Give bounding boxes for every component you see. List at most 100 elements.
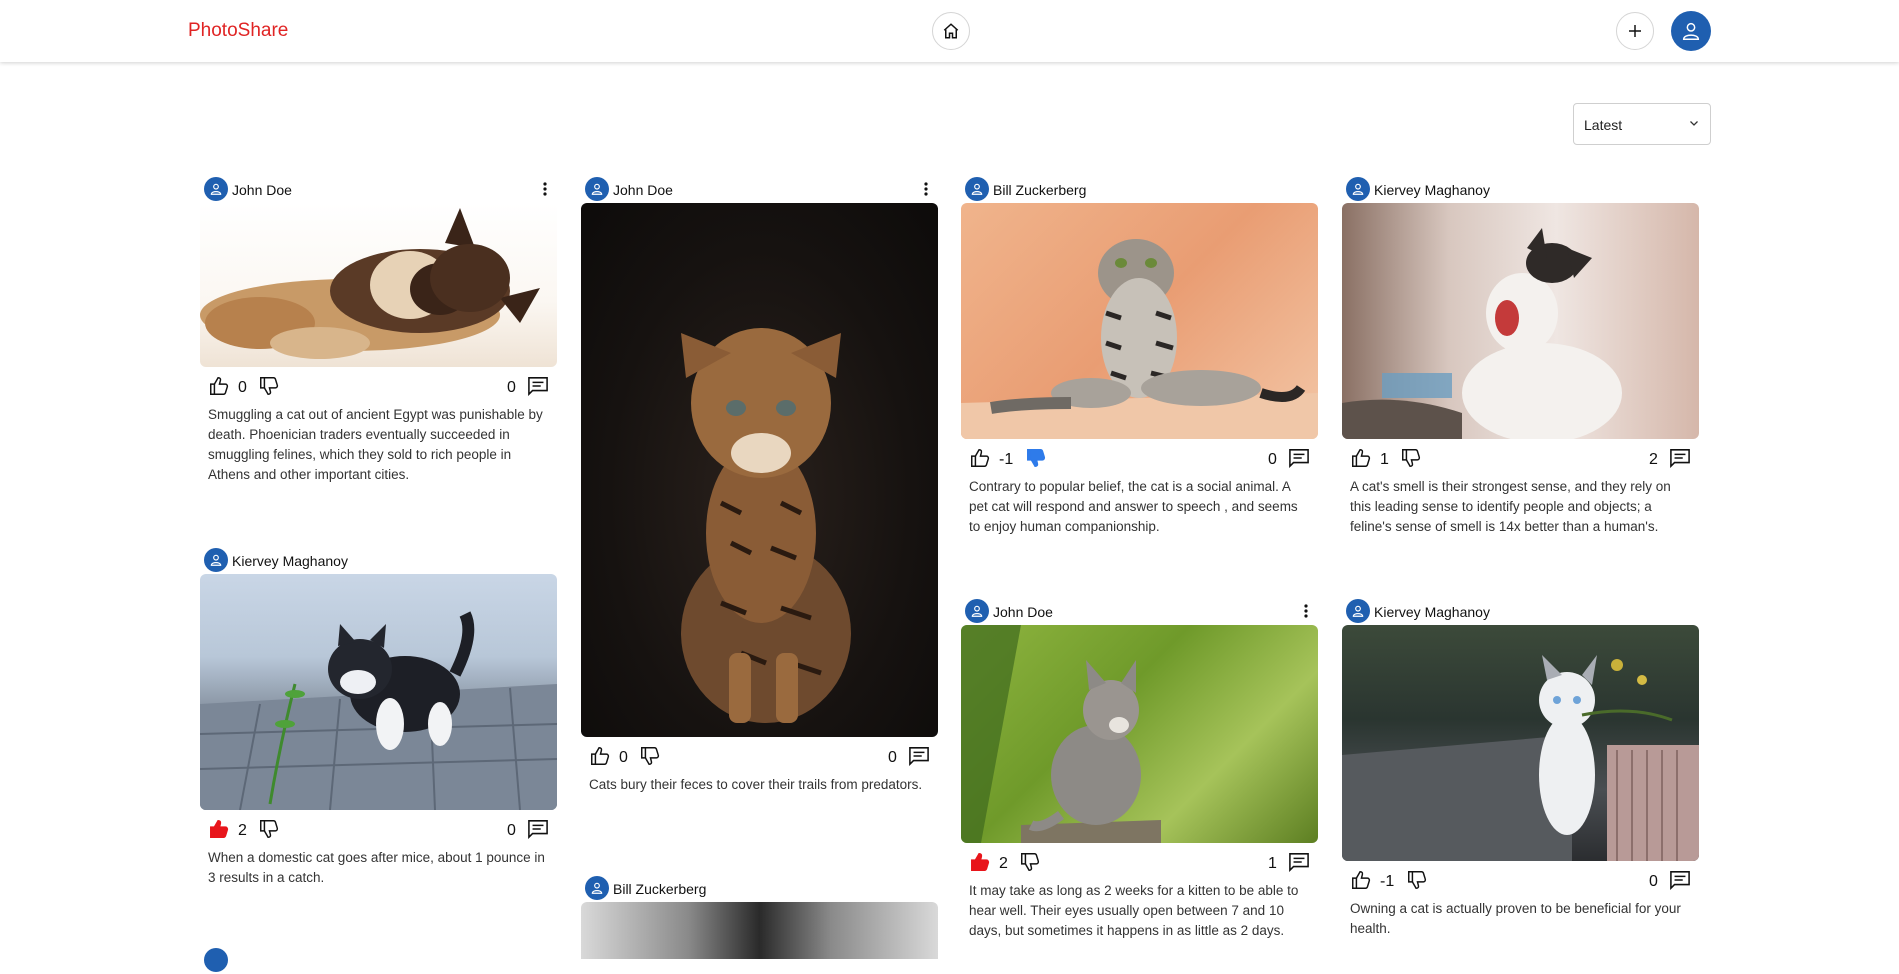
post-card: Kiervey Maghanoy -1 0 Owning a cat is ac… — [1342, 599, 1699, 939]
sort-selected-value: Latest — [1584, 117, 1623, 133]
more-vertical-icon — [1304, 604, 1308, 618]
cat-photo — [200, 611, 557, 810]
home-button[interactable] — [932, 12, 970, 50]
post-caption: Contrary to popular belief, the cat is a… — [969, 479, 1298, 534]
brand-logo[interactable]: PhotoShare — [188, 20, 288, 42]
post-card: Bill Zuckerberg — [581, 876, 938, 959]
thumbs-down-icon[interactable] — [258, 818, 280, 840]
post-card: Kiervey Maghanoy 2 0 When a domestic cat… — [200, 548, 557, 888]
like-count: 2 — [238, 822, 247, 839]
user-icon — [1352, 605, 1364, 617]
post-image[interactable] — [581, 203, 938, 737]
post-caption: When a domestic cat goes after mice, abo… — [208, 850, 545, 885]
user-icon — [591, 183, 603, 195]
post-menu-button[interactable] — [535, 179, 555, 199]
post-image[interactable] — [961, 203, 1318, 439]
home-icon — [943, 23, 959, 39]
thumbs-up-icon[interactable] — [969, 851, 991, 873]
post-card — [200, 948, 557, 974]
post-image[interactable] — [200, 574, 557, 810]
post-author[interactable]: John Doe — [993, 604, 1053, 620]
comment-icon[interactable] — [1288, 852, 1310, 872]
post-author[interactable]: Kiervey Maghanoy — [1374, 604, 1490, 620]
post-author[interactable]: Bill Zuckerberg — [993, 182, 1086, 198]
avatar[interactable] — [1346, 599, 1370, 623]
post-image[interactable] — [1342, 203, 1699, 439]
post-caption: Owning a cat is actually proven to be be… — [1350, 901, 1681, 936]
post-caption: It may take as long as 2 weeks for a kit… — [969, 883, 1299, 938]
avatar[interactable] — [1346, 177, 1370, 201]
comment-icon[interactable] — [1669, 448, 1691, 468]
plus-icon — [1629, 25, 1641, 37]
cat-photo — [961, 239, 1318, 439]
thumbs-up-icon[interactable] — [208, 375, 230, 397]
comment-count: 0 — [1268, 451, 1277, 468]
avatar[interactable] — [965, 177, 989, 201]
user-icon — [210, 554, 222, 566]
thumbs-down-icon[interactable] — [1019, 851, 1041, 873]
like-count: 0 — [238, 379, 247, 396]
more-vertical-icon — [924, 182, 928, 196]
thumbs-up-icon[interactable] — [1350, 447, 1372, 469]
comment-count: 2 — [1649, 451, 1658, 468]
more-vertical-icon — [543, 182, 547, 196]
post-author[interactable]: Bill Zuckerberg — [613, 881, 706, 897]
post-card: John Doe 0 0 Cats bury their feces to co… — [581, 177, 938, 795]
comment-icon[interactable] — [527, 819, 549, 839]
thumbs-down-icon[interactable] — [1025, 447, 1047, 469]
post-menu-button[interactable] — [916, 179, 936, 199]
comment-icon[interactable] — [1288, 448, 1310, 468]
comment-icon[interactable] — [527, 376, 549, 396]
post-card: Bill Zuckerberg -1 0 Contrary to popular… — [961, 177, 1318, 537]
comment-count: 1 — [1268, 855, 1277, 872]
comment-count: 0 — [1649, 873, 1658, 890]
post-image[interactable] — [200, 203, 557, 367]
profile-button[interactable] — [1671, 11, 1711, 51]
post-image[interactable] — [1342, 625, 1699, 861]
avatar[interactable] — [204, 548, 228, 572]
comment-icon[interactable] — [908, 746, 930, 766]
avatar[interactable] — [585, 177, 609, 201]
avatar[interactable] — [204, 177, 228, 201]
thumbs-up-icon[interactable] — [1350, 869, 1372, 891]
avatar[interactable] — [965, 599, 989, 623]
thumbs-up-icon[interactable] — [208, 818, 230, 840]
post-card: Kiervey Maghanoy 1 2 A cat's smell is th… — [1342, 177, 1699, 537]
like-count: -1 — [1380, 873, 1395, 890]
post-image[interactable] — [961, 625, 1318, 843]
post-caption: Smuggling a cat out of ancient Egypt was… — [208, 407, 543, 482]
user-icon — [971, 183, 983, 195]
like-count: 0 — [619, 749, 628, 766]
add-post-button[interactable] — [1616, 12, 1654, 50]
comment-count: 0 — [888, 749, 897, 766]
post-caption: Cats bury their feces to cover their tra… — [589, 777, 923, 792]
avatar[interactable] — [585, 876, 609, 900]
post-image[interactable] — [581, 902, 938, 959]
user-icon — [1682, 22, 1700, 40]
thumbs-up-icon[interactable] — [589, 745, 611, 767]
post-author[interactable]: Kiervey Maghanoy — [232, 553, 348, 569]
cat-photo — [961, 625, 1161, 843]
avatar[interactable] — [204, 948, 228, 972]
post-author[interactable]: John Doe — [232, 182, 292, 198]
cat-photo — [1342, 228, 1622, 439]
like-count: -1 — [999, 451, 1014, 468]
post-author[interactable]: Kiervey Maghanoy — [1374, 182, 1490, 198]
cat-photo — [200, 208, 540, 359]
post-card: John Doe 0 0 Smuggling a cat out of anci… — [200, 177, 557, 485]
comment-count: 0 — [507, 822, 516, 839]
user-icon — [971, 605, 983, 617]
thumbs-down-icon[interactable] — [639, 745, 661, 767]
comment-icon[interactable] — [1669, 870, 1691, 890]
user-icon — [1352, 183, 1364, 195]
thumbs-down-icon[interactable] — [258, 375, 280, 397]
top-navbar: PhotoShare — [0, 0, 1899, 62]
thumbs-down-icon[interactable] — [1406, 869, 1428, 891]
post-menu-button[interactable] — [1296, 601, 1316, 621]
thumbs-up-icon[interactable] — [969, 447, 991, 469]
thumbs-down-icon[interactable] — [1400, 447, 1422, 469]
cat-photo — [681, 328, 851, 723]
post-caption: A cat's smell is their strongest sense, … — [1350, 479, 1671, 534]
sort-select[interactable]: Latest — [1573, 103, 1711, 145]
post-author[interactable]: John Doe — [613, 182, 673, 198]
